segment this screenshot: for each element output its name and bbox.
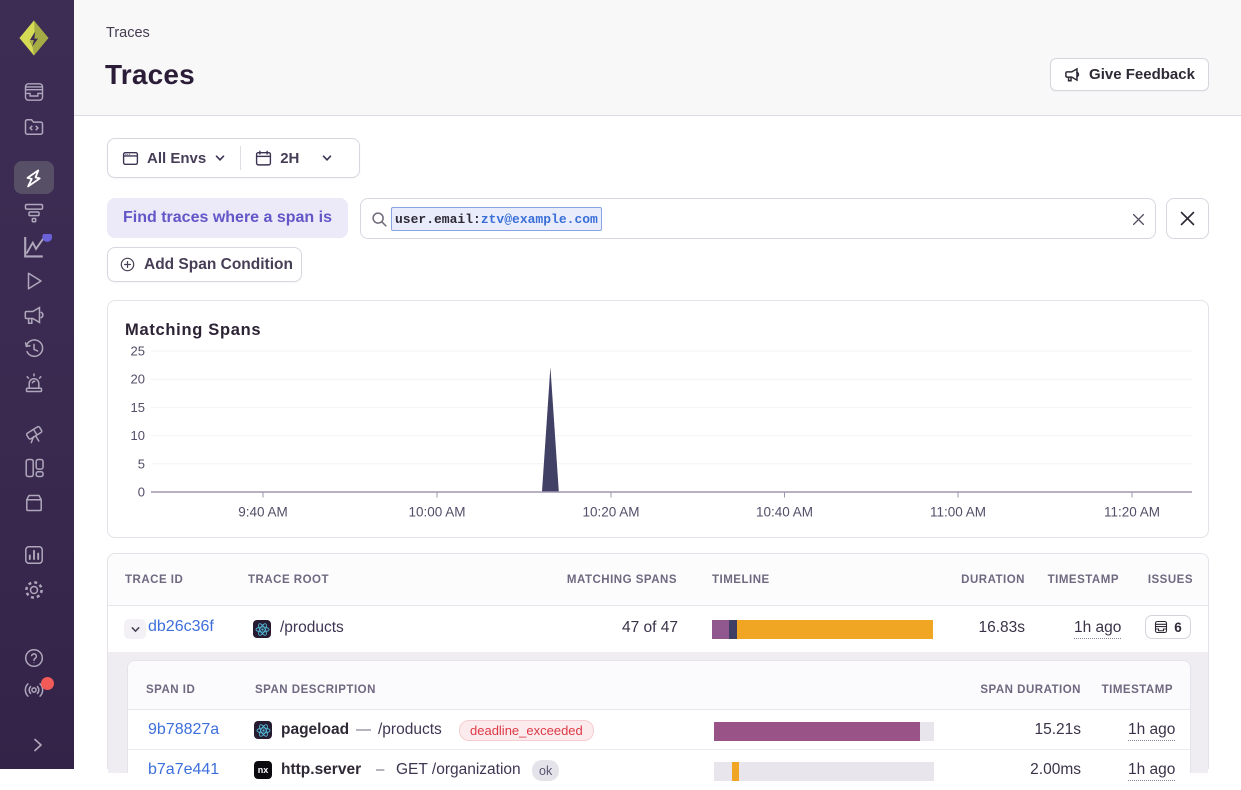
svg-text:10: 10 bbox=[131, 428, 145, 443]
svg-text:10:00 AM: 10:00 AM bbox=[408, 505, 465, 520]
svg-text:11:20 AM: 11:20 AM bbox=[1104, 505, 1160, 520]
svg-text:0: 0 bbox=[138, 485, 145, 500]
svg-text:11:00 AM: 11:00 AM bbox=[930, 505, 986, 520]
svg-text:5: 5 bbox=[138, 456, 145, 471]
svg-text:Matching Spans: Matching Spans bbox=[125, 321, 261, 339]
svg-text:15: 15 bbox=[131, 400, 145, 415]
svg-text:25: 25 bbox=[131, 344, 145, 359]
svg-text:10:20 AM: 10:20 AM bbox=[582, 505, 639, 520]
svg-text:10:40 AM: 10:40 AM bbox=[756, 505, 813, 520]
svg-text:9:40 AM: 9:40 AM bbox=[238, 505, 288, 520]
svg-text:20: 20 bbox=[131, 372, 145, 387]
